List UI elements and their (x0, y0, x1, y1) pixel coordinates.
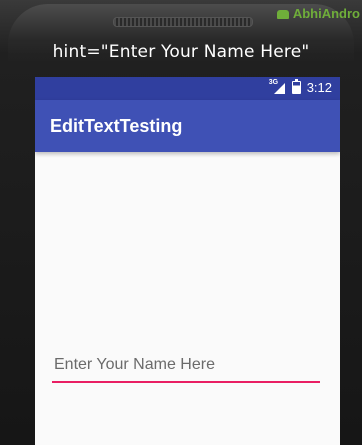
watermark-text: AbhiAndro (292, 6, 360, 21)
status-time: 3:12 (306, 80, 332, 95)
signal-icon: 3G (269, 79, 286, 94)
status-icons: 3G 3:12 (269, 79, 332, 96)
watermark: AbhiAndro (276, 6, 360, 21)
hint-caption: hint="Enter Your Name Here" (52, 42, 310, 62)
speaker-grille (113, 17, 253, 27)
phone-frame: AbhiAndro hint="Enter Your Name Here" 3G… (0, 0, 362, 445)
android-logo-icon (276, 8, 290, 20)
app-bar: EditTextTesting (35, 100, 340, 152)
app-title: EditTextTesting (50, 116, 183, 136)
battery-icon (291, 79, 301, 94)
status-bar: 3G 3:12 (35, 77, 340, 100)
name-edit-text[interactable] (52, 353, 320, 383)
device-screen: 3G 3:12 EditTextTesting (35, 77, 340, 445)
